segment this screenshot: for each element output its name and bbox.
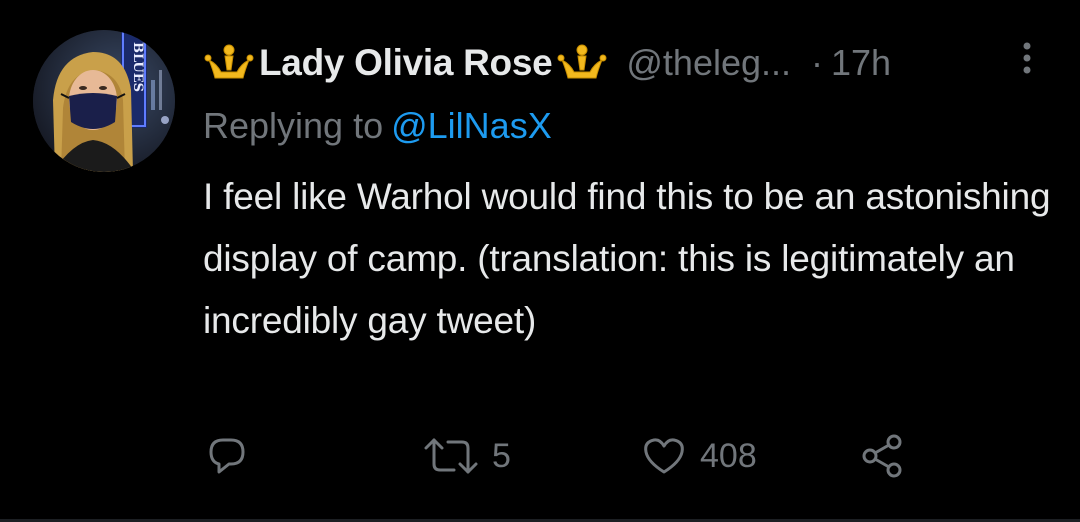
- share-icon: [862, 434, 902, 478]
- retweet-icon: [424, 438, 478, 474]
- avatar[interactable]: BLUES: [33, 30, 175, 172]
- separator-dot: ·: [811, 42, 824, 83]
- retweet-button[interactable]: 5: [422, 430, 511, 482]
- like-count: 408: [700, 436, 757, 475]
- tweet[interactable]: BLUES Lady Olivia Rose @theleg... · 17h …: [0, 0, 1080, 522]
- replying-to: Replying to @LilNasX: [203, 105, 552, 147]
- heart-icon: [644, 438, 684, 474]
- tweet-header: Lady Olivia Rose @theleg... · 17h: [203, 38, 891, 88]
- reply-icon: [209, 438, 245, 474]
- display-name[interactable]: Lady Olivia Rose: [259, 42, 553, 84]
- author-handle[interactable]: @theleg...: [626, 42, 791, 84]
- tweet-text: I feel like Warhol would find this to be…: [203, 176, 1051, 341]
- reply-mention-link[interactable]: @LilNasX: [391, 105, 552, 146]
- share-button[interactable]: [860, 430, 906, 482]
- author-name[interactable]: Lady Olivia Rose: [203, 42, 608, 84]
- more-vertical-icon[interactable]: [1014, 38, 1040, 82]
- timestamp[interactable]: 17h: [831, 42, 891, 84]
- like-button[interactable]: 408: [640, 430, 757, 482]
- crown-icon: [557, 44, 607, 79]
- reply-button[interactable]: [205, 430, 261, 482]
- avatar-sign-text: BLUES: [130, 42, 145, 92]
- retweet-count: 5: [492, 436, 511, 475]
- tweet-actions: 5 408: [0, 430, 1080, 482]
- crown-icon: [204, 44, 254, 79]
- reply-prefix: Replying to: [203, 105, 384, 146]
